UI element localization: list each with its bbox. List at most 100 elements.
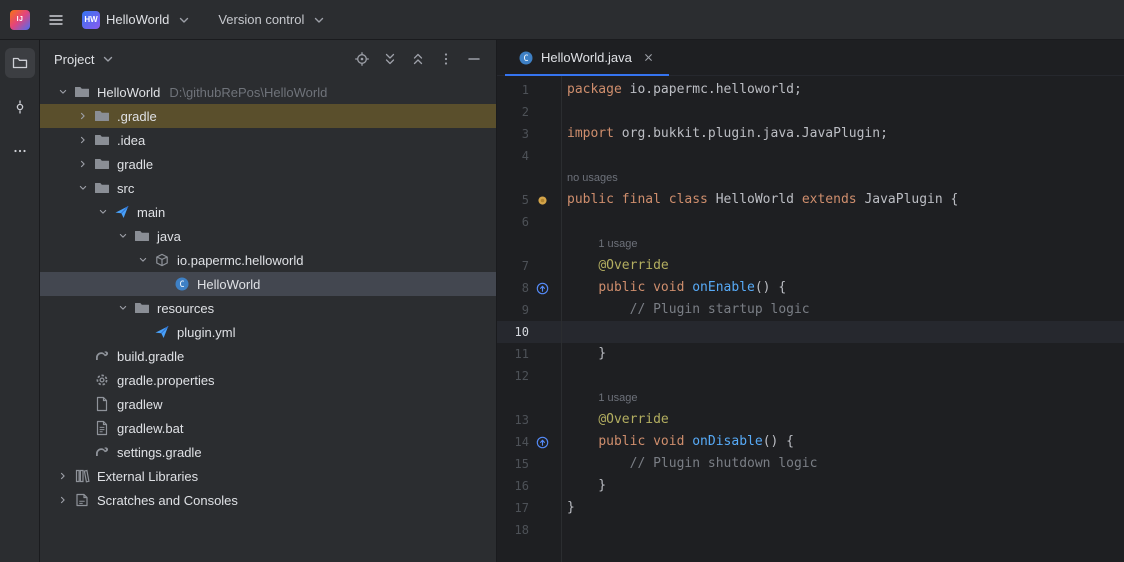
select-opened-file-button[interactable] (350, 47, 374, 71)
inlay-hint-row[interactable]: 1 usage (497, 387, 1124, 409)
chevron-right-icon[interactable] (74, 128, 92, 152)
override-marker-icon (534, 434, 551, 451)
gutter-cell[interactable]: 3 (497, 123, 559, 145)
chevron-right-icon[interactable] (54, 464, 72, 488)
code-line[interactable]: 17} (497, 497, 1124, 519)
chevron-down-icon[interactable] (114, 224, 132, 248)
commit-tool-button[interactable] (5, 92, 35, 122)
chevron-down-icon[interactable] (74, 176, 92, 200)
hamburger-menu-button[interactable] (42, 6, 70, 34)
tree-item-main[interactable]: main (40, 200, 496, 224)
tree-item-src[interactable]: src (40, 176, 496, 200)
chevron-right-icon[interactable] (54, 488, 72, 512)
inlay-hint-row[interactable]: 1 usage (497, 233, 1124, 255)
chevron-down-icon[interactable] (94, 200, 112, 224)
tree-item-io-papermc-helloworld[interactable]: io.papermc.helloworld (40, 248, 496, 272)
gutter-cell[interactable]: 2 (497, 101, 559, 123)
tree-item-label: plugin.yml (177, 325, 236, 340)
tree-item-build-gradle[interactable]: build.gradle (40, 344, 496, 368)
code-rows: 1package io.papermc.helloworld;23import … (497, 79, 1124, 541)
tree-item-gradlew[interactable]: gradlew (40, 392, 496, 416)
chevron-down-icon[interactable] (54, 80, 72, 104)
tree-item--idea[interactable]: .idea (40, 128, 496, 152)
code-line[interactable]: 5public final class HelloWorld extends J… (497, 189, 1124, 211)
code-line[interactable]: 11 } (497, 343, 1124, 365)
hide-panel-button[interactable] (462, 47, 486, 71)
intellij-logo[interactable]: IJ (10, 10, 30, 30)
gutter-cell[interactable]: 9 (497, 299, 559, 321)
gutter-cell[interactable]: 8 (497, 277, 559, 299)
chevron-down-icon[interactable] (114, 296, 132, 320)
chevron-right-icon[interactable] (74, 104, 92, 128)
gutter-cell[interactable]: 5 (497, 189, 559, 211)
tree-item-label: .gradle (117, 109, 157, 124)
project-selector-widget[interactable]: HW HelloWorld (74, 7, 200, 33)
code-line[interactable]: 3import org.bukkit.plugin.java.JavaPlugi… (497, 123, 1124, 145)
project-view-selector[interactable]: Project (46, 47, 124, 72)
code-line[interactable]: 8 public void onEnable() { (497, 277, 1124, 299)
tree-item-settings-gradle[interactable]: settings.gradle (40, 440, 496, 464)
gutter-cell[interactable]: 10 (497, 321, 559, 343)
ide-window: IJ HW HelloWorld Version control P (0, 0, 1124, 562)
tree-item-gradle-properties[interactable]: gradle.properties (40, 368, 496, 392)
gutter-cell[interactable]: 11 (497, 343, 559, 365)
tree-item-external-libraries[interactable]: External Libraries (40, 464, 496, 488)
tree-item-label: build.gradle (117, 349, 184, 364)
gutter-cell[interactable] (497, 167, 559, 189)
usage-hint[interactable]: 1 usage (598, 392, 637, 404)
tree-item-gradle[interactable]: gradle (40, 152, 496, 176)
close-tab-icon[interactable] (641, 50, 657, 66)
tree-item-helloworld[interactable]: CHelloWorld (40, 272, 496, 296)
tree-item--gradle[interactable]: .gradle (40, 104, 496, 128)
code-line[interactable]: 6 (497, 211, 1124, 233)
more-options-button[interactable] (434, 47, 458, 71)
collapse-all-button[interactable] (406, 47, 430, 71)
gutter-cell[interactable]: 12 (497, 365, 559, 387)
code-line[interactable]: 1package io.papermc.helloworld; (497, 79, 1124, 101)
gutter-icon-slot (529, 434, 555, 451)
gutter-cell[interactable]: 14 (497, 431, 559, 453)
tree-item-scratches-and-consoles[interactable]: Scratches and Consoles (40, 488, 496, 512)
code-line[interactable]: 4 (497, 145, 1124, 167)
editor-code[interactable]: 1package io.papermc.helloworld;23import … (497, 76, 1124, 562)
code-line[interactable]: 7 @Override (497, 255, 1124, 277)
code-text: } (559, 475, 606, 497)
gutter-cell[interactable]: 13 (497, 409, 559, 431)
code-line[interactable]: 15 // Plugin shutdown logic (497, 453, 1124, 475)
code-line[interactable]: 16 } (497, 475, 1124, 497)
usage-hint[interactable]: no usages (567, 172, 618, 184)
gutter-cell[interactable]: 15 (497, 453, 559, 475)
code-line[interactable]: 18 (497, 519, 1124, 541)
usage-hint[interactable]: 1 usage (598, 238, 637, 250)
code-line[interactable]: 10 (497, 321, 1124, 343)
tree-item-plugin-yml[interactable]: plugin.yml (40, 320, 496, 344)
tree-item-helloworld[interactable]: HelloWorldD:\githubRePos\HelloWorld (40, 80, 496, 104)
gutter-cell[interactable]: 18 (497, 519, 559, 541)
gutter-cell[interactable]: 4 (497, 145, 559, 167)
hamburger-icon (48, 11, 65, 28)
tree-item-resources[interactable]: resources (40, 296, 496, 320)
code-line[interactable]: 13 @Override (497, 409, 1124, 431)
gutter-cell[interactable] (497, 233, 559, 255)
gutter-cell[interactable]: 16 (497, 475, 559, 497)
code-line[interactable]: 9 // Plugin startup logic (497, 299, 1124, 321)
chevron-down-icon[interactable] (134, 248, 152, 272)
code-line[interactable]: 14 public void onDisable() { (497, 431, 1124, 453)
tree-item-java[interactable]: java (40, 224, 496, 248)
line-number: 16 (497, 475, 529, 497)
gutter-cell[interactable]: 6 (497, 211, 559, 233)
gutter-cell[interactable]: 17 (497, 497, 559, 519)
gutter-cell[interactable] (497, 387, 559, 409)
inlay-hint-row[interactable]: no usages (497, 167, 1124, 189)
code-line[interactable]: 2 (497, 101, 1124, 123)
gutter-cell[interactable]: 1 (497, 79, 559, 101)
chevron-right-icon[interactable] (74, 152, 92, 176)
project-tool-button[interactable] (5, 48, 35, 78)
vcs-widget[interactable]: Version control (210, 7, 335, 32)
editor-tab-helloworld-java[interactable]: C HelloWorld.java (505, 40, 669, 75)
expand-all-button[interactable] (378, 47, 402, 71)
code-line[interactable]: 12 (497, 365, 1124, 387)
tree-item-gradlew-bat[interactable]: gradlew.bat (40, 416, 496, 440)
gutter-cell[interactable]: 7 (497, 255, 559, 277)
more-tool-windows-tool-button[interactable] (5, 136, 35, 166)
